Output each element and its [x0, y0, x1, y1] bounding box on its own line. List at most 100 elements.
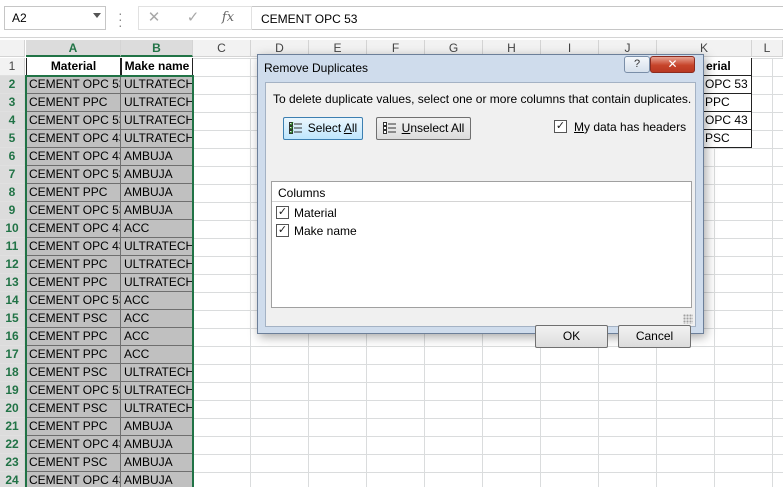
material-cell[interactable]: CEMENT PPC [26, 94, 121, 112]
select-all-label-post: ll [351, 121, 358, 135]
column-make-name-label[interactable]: Make name [294, 224, 357, 238]
select-all-button[interactable]: Select All [283, 117, 363, 140]
formula-input[interactable]: CEMENT OPC 53 [252, 6, 783, 30]
row-header[interactable]: 1 [0, 58, 25, 76]
my-data-has-headers-label[interactable]: My data has headers [574, 120, 686, 134]
material-cell[interactable]: CEMENT OPC 43 [26, 238, 121, 256]
row-header[interactable]: 20 [0, 400, 25, 418]
make-name-cell[interactable]: ULTRATECH [121, 256, 193, 274]
select-all-label-pre: Select [307, 121, 344, 135]
cancel-button[interactable]: Cancel [618, 325, 691, 348]
material-cell[interactable]: CEMENT PSC [26, 364, 121, 382]
make-name-cell[interactable]: ULTRATECH [121, 400, 193, 418]
make-name-cell[interactable]: ACC [121, 310, 193, 328]
row-header[interactable]: 9 [0, 202, 25, 220]
insert-function-icon[interactable]: fx [215, 6, 241, 30]
material-cell[interactable]: CEMENT PPC [26, 184, 121, 202]
material-cell[interactable]: CEMENT PSC [26, 454, 121, 472]
column-material-label[interactable]: Material [294, 206, 337, 220]
make-name-cell[interactable]: ACC [121, 292, 193, 310]
enter-icon[interactable]: ✓ [180, 6, 206, 30]
material-cell[interactable]: CEMENT OPC 53 [26, 382, 121, 400]
row-header[interactable]: 17 [0, 346, 25, 364]
row-header[interactable]: 7 [0, 166, 25, 184]
column-header-l[interactable]: L [752, 40, 783, 57]
material-cell[interactable]: CEMENT PSC [26, 310, 121, 328]
material-cell[interactable]: CEMENT PPC [26, 256, 121, 274]
material-cell[interactable]: CEMENT OPC 53 [26, 202, 121, 220]
material-cell[interactable]: CEMENT OPC 43 [26, 436, 121, 454]
material-cell[interactable]: CEMENT OPC 53 [26, 166, 121, 184]
help-button[interactable]: ? [624, 56, 650, 73]
row-header[interactable]: 15 [0, 310, 25, 328]
row-header[interactable]: 10 [0, 220, 25, 238]
make-name-cell[interactable]: ACC [121, 328, 193, 346]
material-cell[interactable]: CEMENT OPC 53 [26, 112, 121, 130]
row-header[interactable]: 18 [0, 364, 25, 382]
make-name-cell[interactable]: ULTRATECH [121, 364, 193, 382]
row-header[interactable]: 19 [0, 382, 25, 400]
material-cell[interactable]: CEMENT OPC 43 [26, 148, 121, 166]
header-cell-material[interactable]: Material [26, 58, 121, 76]
make-name-cell[interactable]: ACC [121, 220, 193, 238]
row-header[interactable]: 6 [0, 148, 25, 166]
resize-grip-icon[interactable] [683, 314, 693, 324]
row-header[interactable]: 8 [0, 184, 25, 202]
make-name-cell[interactable]: AMBUJA [121, 202, 193, 220]
row-header[interactable]: 23 [0, 454, 25, 472]
close-button[interactable]: ✕ [650, 56, 695, 73]
row-header[interactable]: 4 [0, 112, 25, 130]
row-header[interactable]: 12 [0, 256, 25, 274]
my-data-has-headers-checkbox[interactable]: ✓ [554, 120, 567, 133]
make-name-cell[interactable]: AMBUJA [121, 454, 193, 472]
row-header[interactable]: 14 [0, 292, 25, 310]
row-header[interactable]: 3 [0, 94, 25, 112]
column-make-name-checkbox[interactable]: ✓ [276, 224, 289, 237]
column-header-c[interactable]: C [193, 40, 251, 57]
cancel-icon[interactable]: ✕ [141, 6, 167, 30]
make-name-cell[interactable]: ULTRATECH [121, 112, 193, 130]
select-all-label-key: A [343, 121, 352, 135]
make-name-cell[interactable]: AMBUJA [121, 184, 193, 202]
column-header-a[interactable]: A [26, 40, 121, 57]
material-cell[interactable]: CEMENT OPC 43 [26, 472, 121, 487]
make-name-cell[interactable]: ULTRATECH [121, 238, 193, 256]
row-header[interactable]: 5 [0, 130, 25, 148]
material-cell[interactable]: CEMENT PSC [26, 400, 121, 418]
material-cell[interactable]: CEMENT OPC 43 [26, 130, 121, 148]
unselect-all-button[interactable]: Unselect All [376, 117, 471, 140]
select-all-corner[interactable] [0, 40, 25, 57]
column-header-b[interactable]: B [121, 40, 193, 57]
name-box[interactable]: A2 [4, 6, 106, 30]
column-material-checkbox[interactable]: ✓ [276, 206, 289, 219]
row-header[interactable]: 22 [0, 436, 25, 454]
make-name-cell[interactable]: ULTRATECH [121, 76, 193, 94]
row-header[interactable]: 24 [0, 472, 25, 487]
material-cell[interactable]: CEMENT PPC [26, 346, 121, 364]
make-name-cell[interactable]: ULTRATECH [121, 382, 193, 400]
make-name-cell[interactable]: AMBUJA [121, 166, 193, 184]
make-name-cell[interactable]: ULTRATECH [121, 94, 193, 112]
make-name-cell[interactable]: AMBUJA [121, 148, 193, 166]
make-name-cell[interactable]: ACC [121, 346, 193, 364]
material-cell[interactable]: CEMENT OPC 53 [26, 292, 121, 310]
make-name-cell[interactable]: ULTRATECH [121, 274, 193, 292]
material-cell[interactable]: CEMENT PPC [26, 418, 121, 436]
chevron-down-icon[interactable] [93, 13, 101, 18]
material-cell[interactable]: CEMENT OPC 43 [26, 220, 121, 238]
row-header[interactable]: 13 [0, 274, 25, 292]
more-options-icon[interactable]: · · · [118, 6, 123, 32]
row-header[interactable]: 2 [0, 76, 25, 94]
material-cell[interactable]: CEMENT PPC [26, 328, 121, 346]
row-header[interactable]: 21 [0, 418, 25, 436]
make-name-cell[interactable]: AMBUJA [121, 418, 193, 436]
make-name-cell[interactable]: ULTRATECH [121, 130, 193, 148]
material-cell[interactable]: CEMENT PPC [26, 274, 121, 292]
header-cell-make-name[interactable]: Make name [121, 58, 193, 76]
row-header[interactable]: 11 [0, 238, 25, 256]
row-header[interactable]: 16 [0, 328, 25, 346]
ok-button[interactable]: OK [535, 325, 608, 348]
make-name-cell[interactable]: AMBUJA [121, 472, 193, 487]
material-cell[interactable]: CEMENT OPC 53 [26, 76, 121, 94]
make-name-cell[interactable]: AMBUJA [121, 436, 193, 454]
